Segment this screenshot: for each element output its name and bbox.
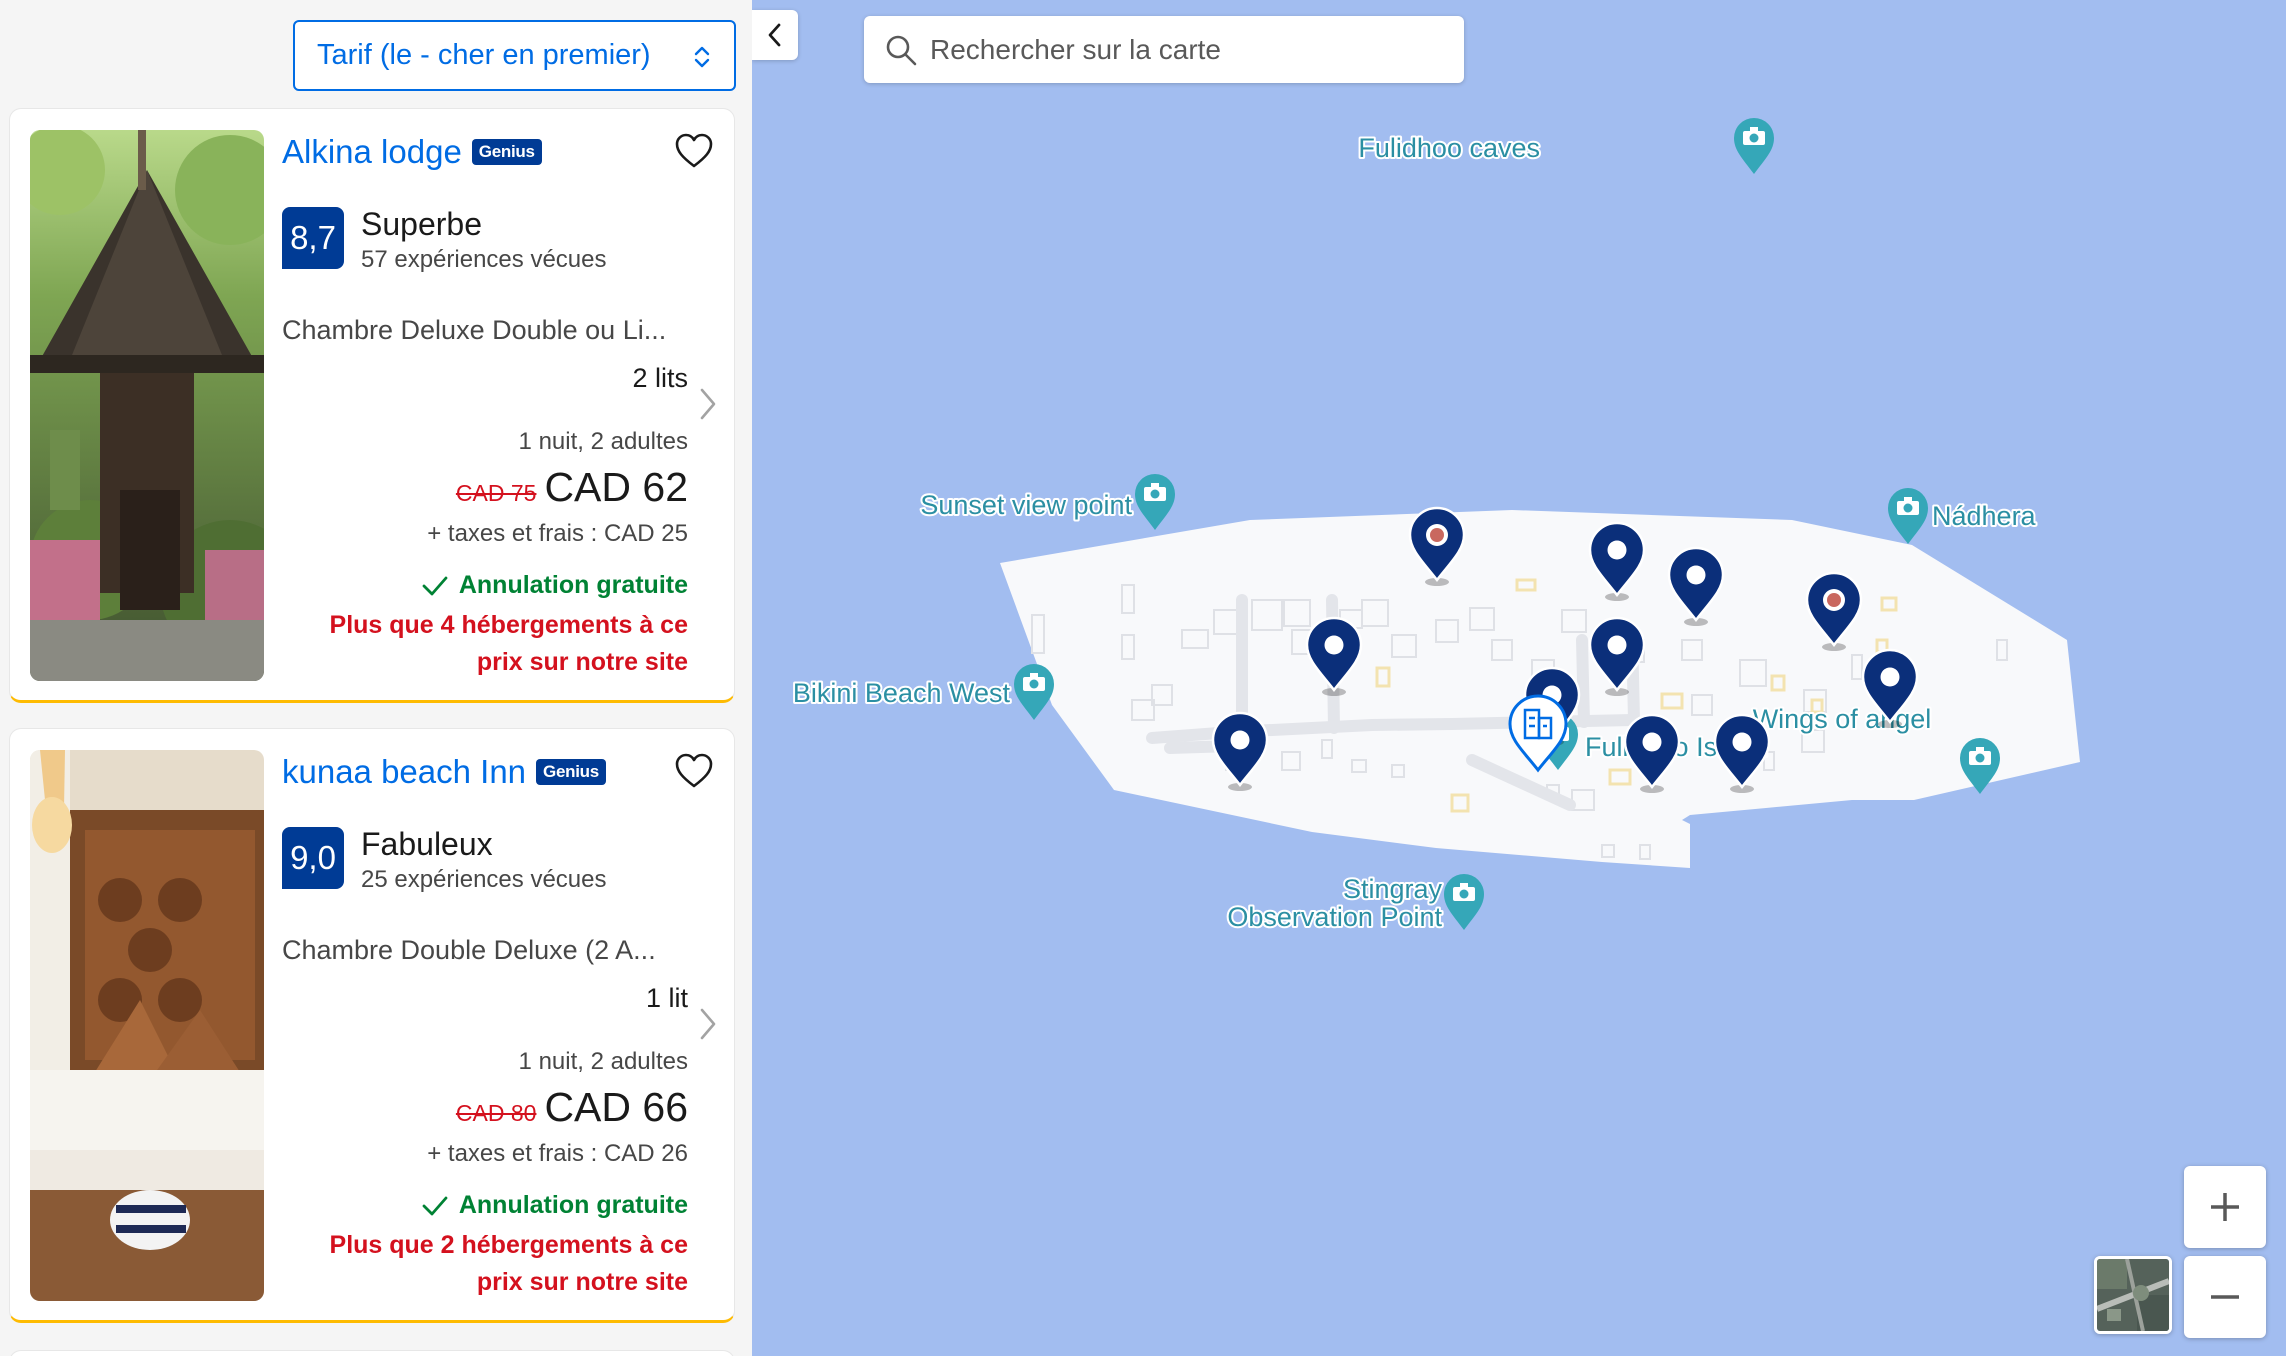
satellite-layer-toggle[interactable]	[2094, 1256, 2172, 1334]
property-card[interactable]: kunaa beach Inn Genius 9,0 Fabuleux 25 e…	[9, 728, 735, 1323]
taxes-fees: + taxes et frais : CAD 25	[427, 520, 688, 547]
poi-label-fulidhoo-caves[interactable]: Fulidhoo caves	[1356, 131, 1542, 165]
price-row: CAD 80 CAD 66	[456, 1084, 688, 1131]
poi-label-observation-point[interactable]: Observation Point	[1225, 900, 1444, 934]
camera-poi-icon[interactable]	[1734, 118, 1774, 174]
current-price: CAD 62	[544, 464, 688, 510]
checkmark-icon	[422, 576, 448, 595]
results-panel: Tarif (le - cher en premier) Alkina lodg…	[0, 0, 752, 1356]
camera-poi-icon[interactable]	[1135, 474, 1175, 530]
review-count: 25 expériences vécues	[361, 866, 607, 893]
free-cancellation: Annulation gratuite	[421, 1191, 688, 1220]
plus-icon	[2211, 1193, 2239, 1221]
scarcity-message: Plus que 4 hébergements à ce prix sur no…	[329, 611, 688, 676]
collapse-panel-button[interactable]	[752, 10, 798, 60]
poi-label-sunset-view-point[interactable]: Sunset view point	[918, 488, 1134, 522]
free-cancellation-label: Annulation gratuite	[458, 571, 688, 599]
room-type: Chambre Double Deluxe (2 A...	[282, 935, 656, 965]
sort-label: Tarif (le - cher en premier)	[317, 39, 651, 71]
original-price: CAD 75	[455, 480, 537, 506]
chevron-right-icon[interactable]	[698, 386, 718, 422]
property-name-link[interactable]: Alkina lodge	[282, 133, 462, 171]
poi-label-wings-of-angel[interactable]: Wings of angel	[1751, 702, 1934, 736]
stay-summary: 1 nuit, 2 adultes	[518, 1048, 688, 1075]
sort-dropdown[interactable]: Tarif (le - cher en premier)	[293, 20, 736, 91]
room-type: Chambre Deluxe Double ou Li...	[282, 315, 667, 345]
property-name-link[interactable]: kunaa beach Inn	[282, 753, 526, 791]
poi-label-bikini-beach-west[interactable]: Bikini Beach West	[791, 676, 1013, 710]
search-icon	[886, 35, 917, 65]
stay-summary: 1 nuit, 2 adultes	[518, 428, 688, 455]
review-score-word: Fabuleux	[361, 826, 493, 862]
bed-info: 1 lit	[645, 983, 688, 1013]
genius-badge: Genius	[536, 759, 606, 785]
review-score: 8,7	[282, 207, 344, 269]
camera-poi-icon[interactable]	[1014, 664, 1054, 720]
genius-badge: Genius	[471, 139, 542, 165]
property-photo[interactable]	[30, 130, 264, 681]
map-view[interactable]: Fulidhoo caves Sunset view point Nádhera…	[752, 0, 2286, 1356]
price-row: CAD 75 CAD 62	[456, 464, 688, 511]
review-count: 57 expériences vécues	[361, 246, 607, 273]
review-score-word: Superbe	[361, 206, 482, 242]
free-cancellation-label: Annulation gratuite	[458, 1191, 688, 1219]
poi-label-nadhera[interactable]: Nádhera	[1930, 499, 2039, 533]
chevron-right-icon[interactable]	[698, 1006, 718, 1042]
map-search-box[interactable]	[864, 16, 1464, 83]
review-score: 9,0	[282, 827, 344, 889]
camera-poi-icon[interactable]	[1444, 874, 1484, 930]
checkmark-icon	[422, 1196, 448, 1215]
property-name[interactable]: kunaa beach Inn Genius	[282, 753, 606, 791]
minus-icon	[2211, 1295, 2239, 1299]
heart-icon[interactable]	[674, 753, 714, 789]
property-name[interactable]: Alkina lodge Genius	[282, 133, 542, 171]
zoom-in-button[interactable]	[2184, 1166, 2266, 1248]
property-card[interactable]: Alkina lodge Genius 8,7 Superbe 57 expér…	[9, 108, 735, 703]
original-price: CAD 80	[455, 1100, 537, 1126]
scarcity-message: Plus que 2 hébergements à ce prix sur no…	[329, 1231, 688, 1296]
chevron-left-icon	[768, 23, 781, 47]
heart-icon[interactable]	[674, 133, 714, 169]
satellite-thumbnail-icon	[2097, 1259, 2169, 1331]
camera-poi-icon[interactable]	[1888, 488, 1928, 544]
property-photo[interactable]	[30, 750, 264, 1301]
map-canvas[interactable]: Fulidhoo caves Sunset view point Nádhera…	[752, 0, 2286, 1356]
poi-label-stingray[interactable]: Stingray	[1341, 872, 1445, 906]
taxes-fees: + taxes et frais : CAD 26	[427, 1140, 688, 1167]
current-price: CAD 66	[544, 1084, 688, 1130]
property-card-partial[interactable]	[9, 1350, 735, 1356]
zoom-out-button[interactable]	[2184, 1256, 2266, 1338]
map-search-input[interactable]	[930, 33, 1450, 66]
free-cancellation: Annulation gratuite	[421, 571, 688, 600]
sort-arrows-icon	[694, 46, 710, 68]
bed-info: 2 lits	[632, 363, 688, 393]
